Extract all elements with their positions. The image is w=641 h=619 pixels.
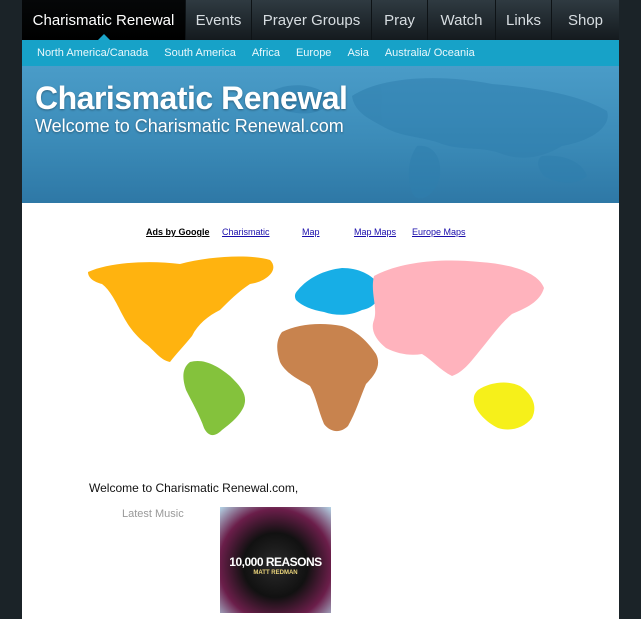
page: Charismatic Renewal Events Prayer Groups… (22, 0, 619, 619)
sub-navigation: North America/Canada South America Afric… (22, 40, 619, 66)
top-navigation: Charismatic Renewal Events Prayer Groups… (22, 0, 619, 40)
subnav-europe[interactable]: Europe (296, 47, 331, 59)
latest-music-label: Latest Music (122, 508, 184, 520)
ad-link-map[interactable]: Map (302, 227, 320, 237)
nav-item-watch[interactable]: Watch (427, 0, 495, 40)
subnav-south-america[interactable]: South America (164, 47, 236, 59)
africa-region[interactable] (277, 324, 379, 432)
ad-link-europe-maps[interactable]: Europe Maps (412, 227, 466, 237)
ads-by-google-label[interactable]: Ads by Google (146, 227, 210, 237)
subnav-africa[interactable]: Africa (252, 47, 280, 59)
north-america-region[interactable] (88, 256, 274, 362)
europe-region[interactable] (294, 268, 381, 315)
world-map (88, 256, 544, 436)
oceania-region[interactable] (473, 382, 535, 430)
album-title: 10,000 REASONS (229, 555, 322, 569)
nav-item-charismatic-renewal[interactable]: Charismatic Renewal (22, 0, 185, 40)
album-cover-10000-reasons[interactable]: 10,000 REASONS MATT REDMAN (220, 507, 331, 613)
banner-title: Charismatic Renewal (35, 80, 348, 116)
banner-subtitle: Welcome to Charismatic Renewal.com (35, 116, 344, 136)
subnav-asia[interactable]: Asia (347, 47, 368, 59)
subnav-oceania[interactable]: Australia/ Oceania (385, 47, 475, 59)
nav-item-shop[interactable]: Shop (551, 0, 619, 40)
ad-link-map-maps[interactable]: Map Maps (354, 227, 396, 237)
asia-region[interactable] (372, 260, 544, 376)
album-artist: MATT REDMAN (253, 570, 298, 576)
ad-link-charismatic[interactable]: Charismatic (222, 227, 270, 237)
welcome-text: Welcome to Charismatic Renewal.com, (89, 481, 299, 495)
header-banner: Charismatic Renewal Welcome to Charismat… (22, 66, 619, 203)
nav-item-events[interactable]: Events (185, 0, 251, 40)
nav-item-pray[interactable]: Pray (371, 0, 427, 40)
nav-item-prayer-groups[interactable]: Prayer Groups (251, 0, 371, 40)
subnav-north-america[interactable]: North America/Canada (37, 47, 148, 59)
south-america-region[interactable] (183, 360, 246, 436)
nav-item-links[interactable]: Links (495, 0, 551, 40)
